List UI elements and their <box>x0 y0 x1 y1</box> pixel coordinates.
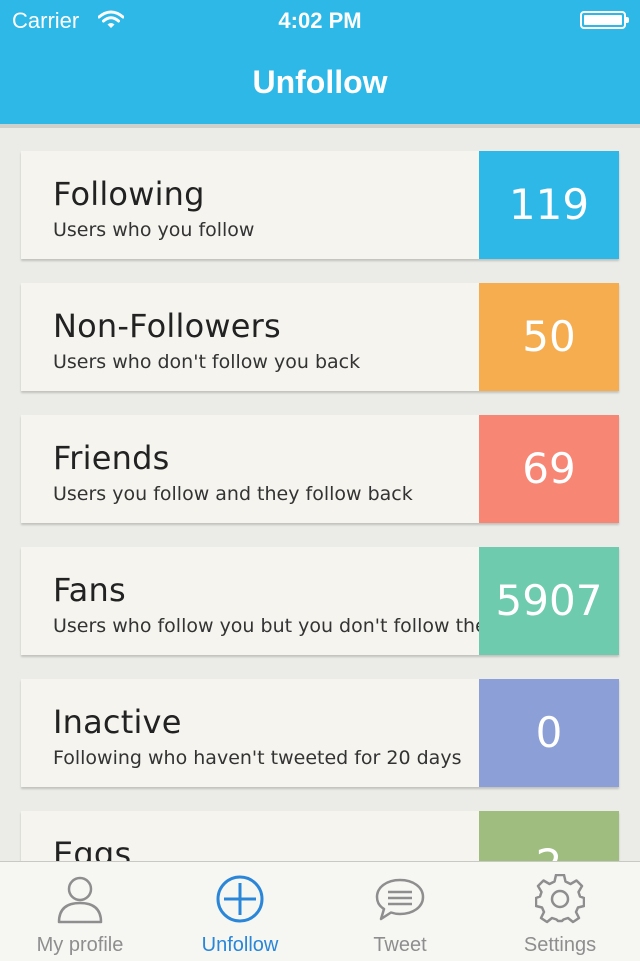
status-bar: Carrier 4:02 PM <box>0 0 640 40</box>
tab-my-profile[interactable]: My profile <box>0 862 160 961</box>
plus-circle-icon <box>215 874 265 924</box>
card-subtitle: Users who don't follow you back <box>53 351 361 373</box>
card-title: Following <box>53 175 205 213</box>
count-badge: 0 <box>479 679 619 787</box>
card-eggs[interactable]: Eggs 2 <box>21 811 619 861</box>
battery-icon <box>580 11 629 29</box>
card-subtitle: Users who follow you but you don't follo… <box>53 615 506 637</box>
speech-bubble-icon <box>375 874 425 924</box>
count-badge: 5907 <box>479 547 619 655</box>
card-non-followers[interactable]: Non-Followers Users who don't follow you… <box>21 283 619 391</box>
card-inactive[interactable]: Inactive Following who haven't tweeted f… <box>21 679 619 787</box>
card-title: Inactive <box>53 703 182 741</box>
clock: 4:02 PM <box>278 8 362 33</box>
tab-settings[interactable]: Settings <box>480 862 640 961</box>
person-icon <box>55 874 105 924</box>
tab-label: My profile <box>36 934 124 956</box>
count-badge: 69 <box>479 415 619 523</box>
tab-unfollow[interactable]: Unfollow <box>160 862 320 961</box>
tab-label: Tweet <box>373 934 427 956</box>
card-list[interactable]: Following Users who you follow 119 Non-F… <box>0 128 640 861</box>
card-subtitle: Users you follow and they follow back <box>53 483 413 505</box>
count-badge: 50 <box>479 283 619 391</box>
tab-label: Settings <box>523 934 597 956</box>
tab-label: Unfollow <box>201 934 279 956</box>
card-fans[interactable]: Fans Users who follow you but you don't … <box>21 547 619 655</box>
card-friends[interactable]: Friends Users you follow and they follow… <box>21 415 619 523</box>
count-badge: 119 <box>479 151 619 259</box>
gear-icon <box>534 873 586 924</box>
tab-bar: My profile Unfollow Tweet Settings <box>0 861 640 961</box>
card-title: Friends <box>53 439 170 477</box>
card-title: Non-Followers <box>53 307 281 345</box>
card-following[interactable]: Following Users who you follow 119 <box>21 151 619 259</box>
card-subtitle: Following who haven't tweeted for 20 day… <box>53 747 462 769</box>
navigation-bar: Unfollow <box>0 40 640 128</box>
page-title: Unfollow <box>252 64 388 100</box>
card-title: Eggs <box>53 835 132 861</box>
card-title: Fans <box>53 571 126 609</box>
card-subtitle: Users who you follow <box>53 219 255 241</box>
tab-tweet[interactable]: Tweet <box>320 862 480 961</box>
count-badge: 2 <box>479 811 619 861</box>
